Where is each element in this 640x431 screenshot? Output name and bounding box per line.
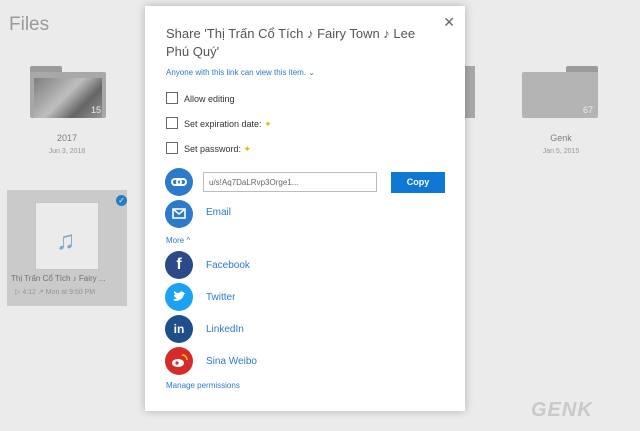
expiration-checkbox[interactable] bbox=[166, 117, 178, 129]
email-option[interactable]: Email bbox=[206, 207, 231, 218]
copy-button[interactable]: Copy bbox=[391, 172, 445, 193]
twitter-option[interactable]: Twitter bbox=[206, 292, 235, 303]
password-checkbox[interactable] bbox=[166, 142, 178, 154]
share-link-field[interactable]: u/s!Aq7DaLRvp3Orge1... bbox=[203, 172, 377, 192]
more-toggle[interactable]: More ^ bbox=[166, 236, 190, 245]
facebook-option[interactable]: Facebook bbox=[206, 260, 250, 271]
linkedin-icon[interactable]: in bbox=[165, 315, 193, 343]
allow-editing-option[interactable]: Allow editing bbox=[166, 92, 235, 104]
email-icon[interactable] bbox=[165, 200, 193, 228]
star-icon: ✦ bbox=[243, 144, 252, 154]
weibo-icon[interactable] bbox=[165, 347, 193, 375]
close-icon[interactable]: ✕ bbox=[443, 14, 455, 31]
expiration-option[interactable]: Set expiration date: ✦ bbox=[166, 117, 272, 130]
facebook-icon[interactable]: f bbox=[165, 251, 193, 279]
password-label: Set password: bbox=[184, 144, 242, 154]
chevron-up-icon: ^ bbox=[184, 236, 191, 245]
password-option[interactable]: Set password: ✦ bbox=[166, 142, 251, 155]
manage-permissions-link[interactable]: Manage permissions bbox=[166, 381, 240, 390]
expiration-label: Set expiration date: bbox=[184, 119, 262, 129]
more-label: More bbox=[166, 236, 185, 245]
star-icon: ✦ bbox=[264, 119, 272, 129]
link-icon bbox=[165, 168, 193, 196]
allow-editing-label: Allow editing bbox=[184, 94, 235, 104]
weibo-option[interactable]: Sina Weibo bbox=[206, 356, 257, 367]
watermark: GENK bbox=[531, 399, 593, 421]
linkedin-option[interactable]: LinkedIn bbox=[206, 324, 244, 335]
permission-dropdown[interactable]: Anyone with this link can view this item… bbox=[166, 68, 315, 77]
permission-text: Anyone with this link can view this item… bbox=[166, 68, 307, 77]
dialog-title: Share 'Thị Trấn Cổ Tích ♪ Fairy Town ♪ L… bbox=[166, 26, 416, 59]
allow-editing-checkbox[interactable] bbox=[166, 92, 178, 104]
twitter-icon[interactable] bbox=[165, 283, 193, 311]
chevron-down-icon: ⌄ bbox=[308, 68, 315, 77]
share-dialog: ✕ Share 'Thị Trấn Cổ Tích ♪ Fairy Town ♪… bbox=[145, 6, 465, 411]
